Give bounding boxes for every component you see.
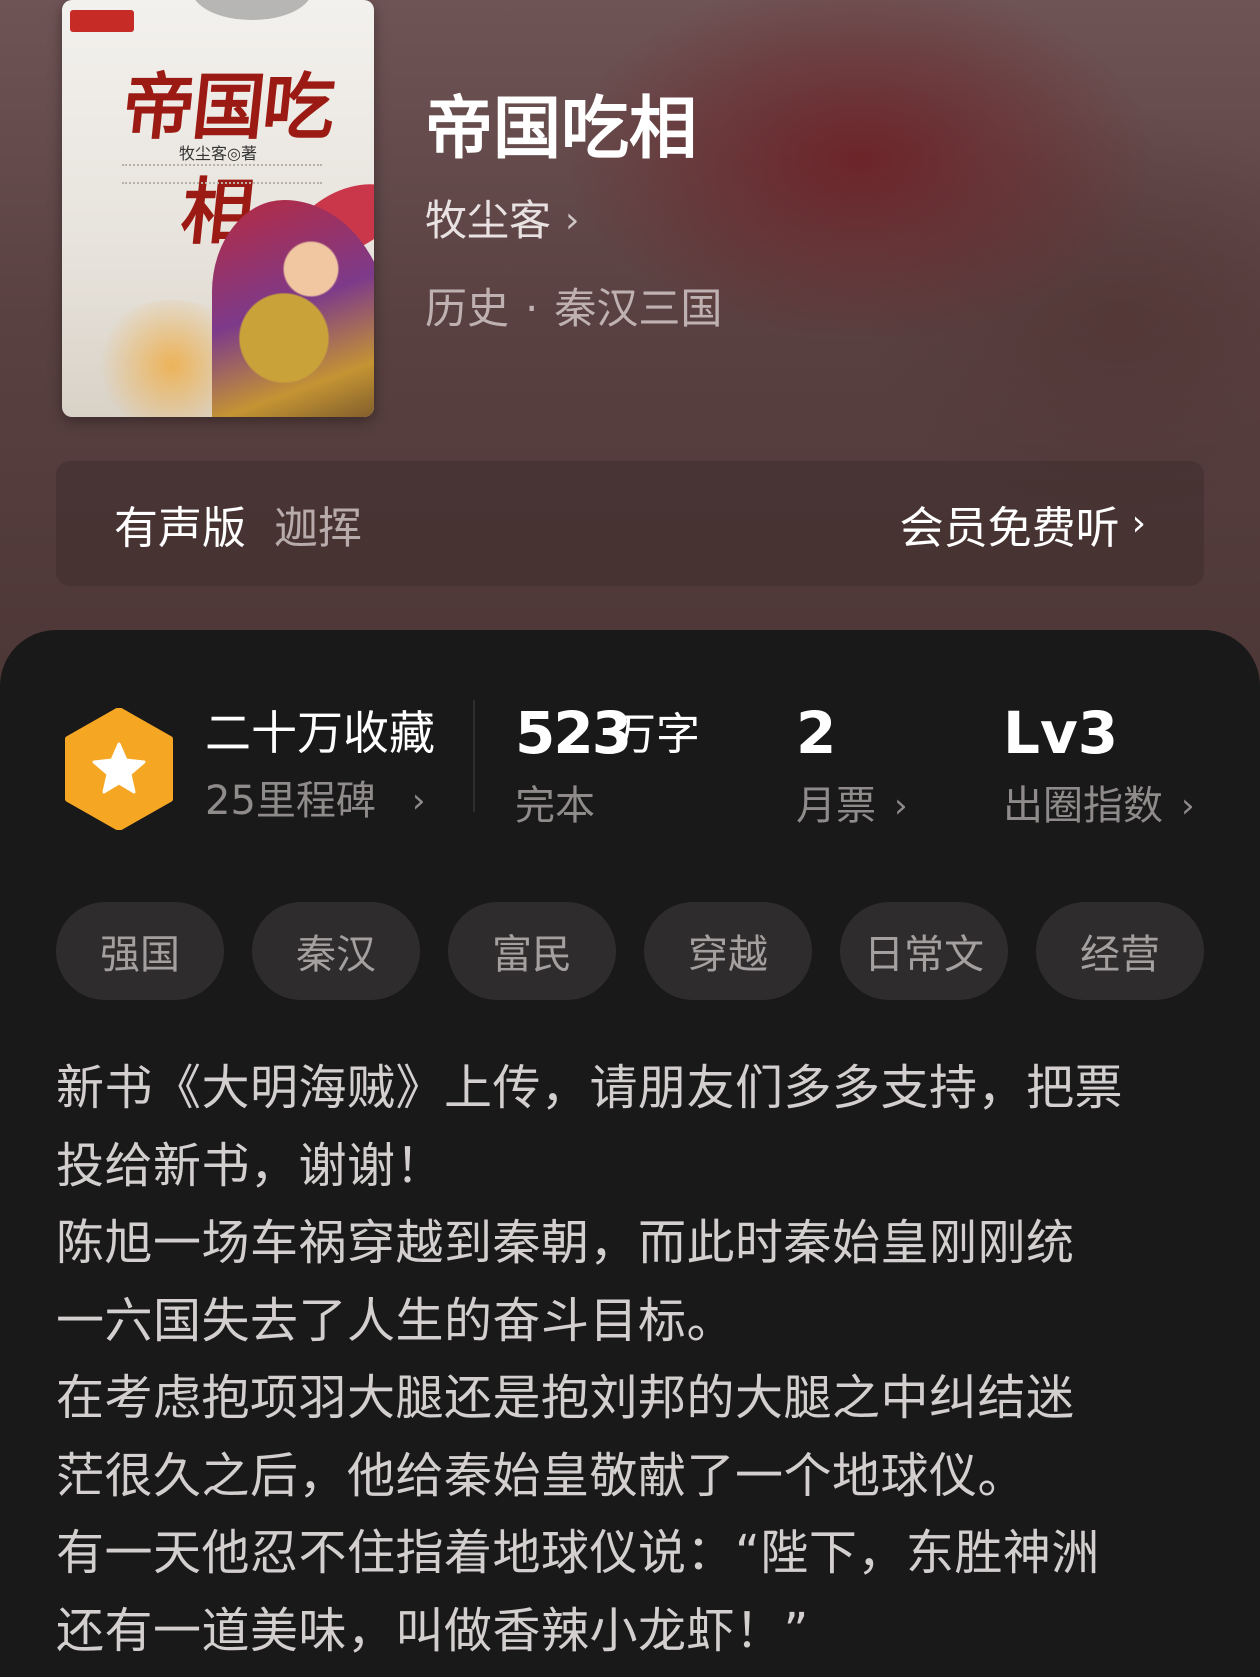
chevron-right-icon: › <box>894 786 908 826</box>
monthly-votes-link[interactable]: 月票 › <box>796 782 908 830</box>
stats-divider <box>473 700 475 812</box>
book-description[interactable]: 新书《大明海贼》上传，请朋友们多多支持，把票 投给新书，谢谢！ 陈旭一场车祸穿越… <box>56 1050 1206 1670</box>
member-free-listen-label: 会员免费听 <box>899 502 1120 554</box>
author-link[interactable]: 牧尘客 › <box>425 196 579 246</box>
book-title: 帝国吃相 <box>425 89 698 169</box>
chevron-right-icon: › <box>1131 503 1146 544</box>
milestones-label: 25里程碑 <box>205 778 376 824</box>
cover-blurb-lines <box>122 164 322 184</box>
description-line: 有一天他忍不住指着地球仪说：“陛下，东胜神洲 <box>56 1525 1100 1581</box>
tag-chip[interactable]: 穿越 <box>644 902 812 1000</box>
narrator-name: 迦挥 <box>274 502 362 554</box>
genre-row: 历史 · 秦汉三国 <box>425 284 722 334</box>
description-line: 在考虑抱项羽大腿还是抱刘邦的大腿之中纠结迷 <box>56 1370 1075 1426</box>
milestones-link[interactable]: 25里程碑 › <box>205 777 426 825</box>
tag-chip[interactable]: 富民 <box>448 902 616 1000</box>
book-cover[interactable]: 帝国吃相 牧尘客◎著 <box>62 0 374 417</box>
description-line: 一六国失去了人生的奋斗目标。 <box>56 1292 736 1349</box>
tag-chip[interactable]: 经营 <box>1036 902 1204 1000</box>
monthly-votes-label: 月票 <box>796 783 876 829</box>
category-label: 历史 <box>425 284 510 333</box>
description-line: 陈旭一场车祸穿越到秦朝，而此时秦始皇刚刚统 <box>56 1215 1075 1271</box>
popularity-index-link[interactable]: 出圈指数 › <box>1003 782 1195 830</box>
collections-count: 二十万收藏 <box>205 706 435 760</box>
tag-chip[interactable]: 日常文 <box>840 902 1008 1000</box>
audiobook-bar[interactable]: 有声版 迦挥 会员免费听 › <box>56 461 1204 586</box>
member-free-listen-button[interactable]: 会员免费听 › <box>900 492 1146 556</box>
description-line: 还有一道美味，叫做香辣小龙虾！” <box>56 1602 809 1659</box>
monthly-votes-count: 2 <box>796 699 837 767</box>
description-line: 茫很久之后，他给秦始皇敬献了一个地球仪。 <box>56 1447 1027 1504</box>
description-line: 投给新书，谢谢！ <box>56 1137 445 1194</box>
cover-warrior-illustration <box>212 200 374 417</box>
description-line: 新书《大明海贼》上传，请朋友们多多支持，把票 <box>56 1060 1124 1116</box>
cover-moon-decoration <box>192 0 312 20</box>
author-name: 牧尘客 <box>425 196 552 245</box>
separator-dot: · <box>525 284 539 333</box>
popularity-level: Lv3 <box>1003 699 1119 767</box>
completion-status: 完本 <box>515 783 595 829</box>
tag-chip[interactable]: 秦汉 <box>252 902 420 1000</box>
subcategory-label: 秦汉三国 <box>554 284 723 333</box>
star-badge-icon <box>65 708 173 830</box>
tag-chip[interactable]: 强国 <box>56 902 224 1000</box>
word-count-unit: 万字 <box>612 709 700 760</box>
tag-list: 强国 秦汉 富民 穿越 日常文 经营 <box>56 902 1260 1002</box>
popularity-index-label: 出圈指数 <box>1003 783 1163 829</box>
chevron-right-icon: › <box>1181 786 1195 826</box>
cover-author: 牧尘客◎著 <box>179 144 257 163</box>
chevron-right-icon: › <box>565 200 580 241</box>
chevron-right-icon: › <box>411 781 426 821</box>
audiobook-label: 有声版 <box>114 502 246 554</box>
publisher-logo <box>70 10 134 32</box>
